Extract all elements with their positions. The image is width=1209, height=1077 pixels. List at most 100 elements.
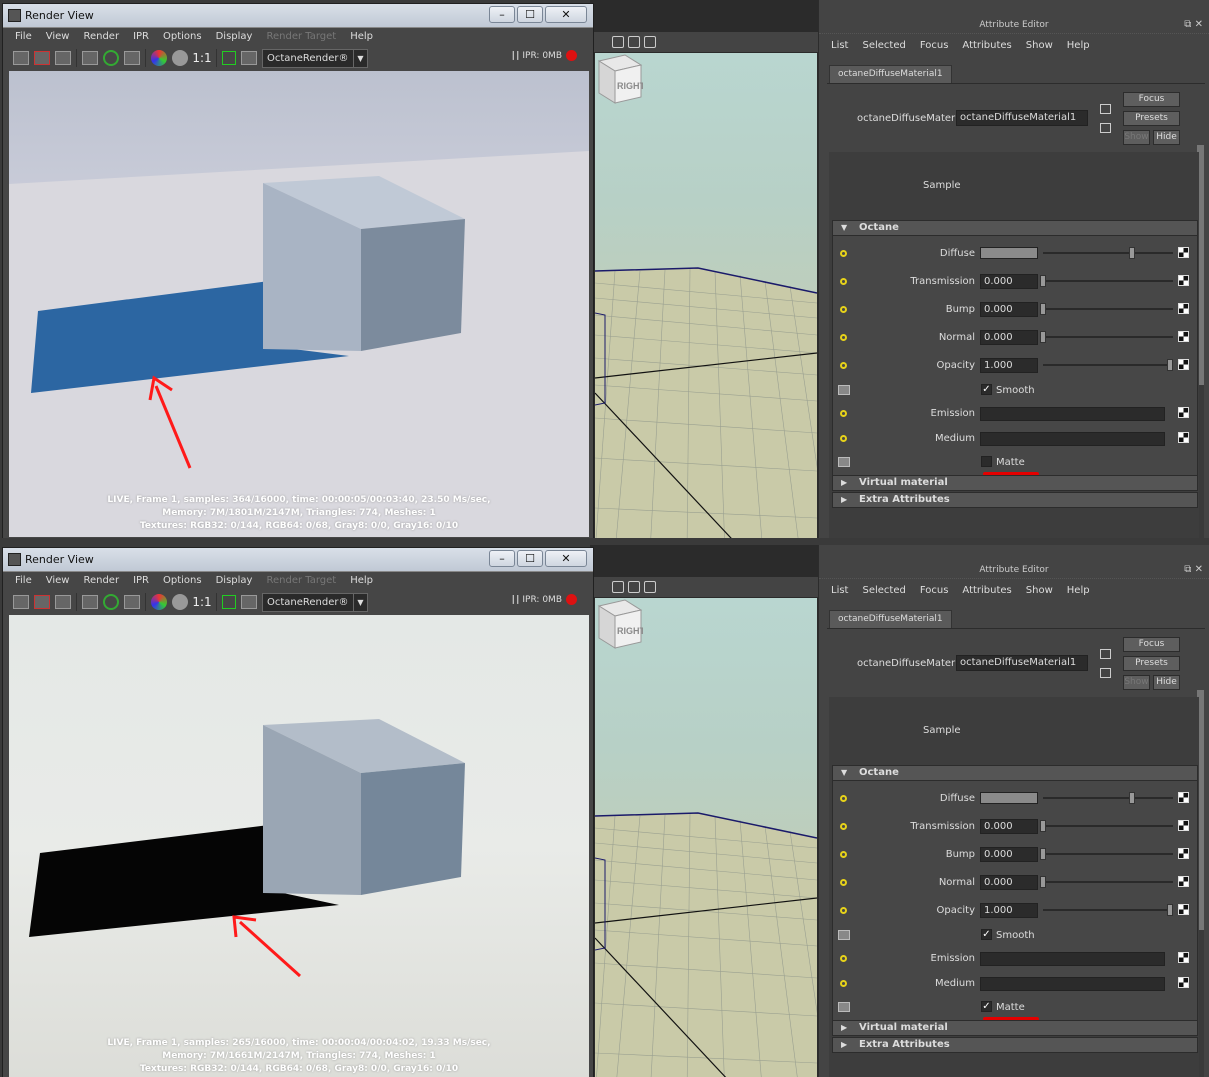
menu-view[interactable]: View [46,31,70,42]
map-button-icon[interactable] [1178,275,1189,286]
link-icon[interactable] [838,457,850,467]
connection-dot-icon[interactable] [840,851,847,858]
opacity-field[interactable]: 1.000 [980,903,1038,918]
frame-image-icon[interactable] [222,51,236,65]
ae-menu-focus[interactable]: Focus [920,585,949,596]
bump-slider[interactable] [1040,303,1173,315]
minimize-button[interactable]: – [489,6,515,23]
section-octane[interactable]: ▼ Octane [832,765,1198,781]
transmission-slider[interactable] [1040,820,1173,832]
diffuse-color-swatch[interactable] [980,792,1038,804]
ae-menu-help[interactable]: Help [1067,585,1090,596]
alpha-channel-icon[interactable] [172,50,188,66]
diffuse-slider[interactable] [1043,792,1173,804]
ae-menu-show[interactable]: Show [1026,585,1053,596]
maximize-button[interactable]: ☐ [517,6,543,23]
maya-viewport[interactable]: RIGHT [590,0,818,538]
menu-file[interactable]: File [15,575,32,586]
medium-field[interactable] [980,432,1165,446]
ae-menu-focus[interactable]: Focus [920,40,949,51]
menu-help[interactable]: Help [350,575,373,586]
ae-menu-list[interactable]: List [831,585,848,596]
opacity-field[interactable]: 1.000 [980,358,1038,373]
render-view-titlebar[interactable]: Render View – ☐ ✕ [3,548,593,572]
map-button-icon[interactable] [1178,792,1189,803]
opacity-slider[interactable] [1043,359,1173,371]
maximize-button[interactable]: ☐ [517,550,543,567]
cube-icon[interactable] [612,581,624,593]
section-extra-attributes[interactable]: ▶ Extra Attributes [832,492,1198,508]
ae-menu-selected[interactable]: Selected [862,585,905,596]
input-connection-icon[interactable] [1100,649,1111,659]
map-button-icon[interactable] [1178,848,1189,859]
attribute-editor-title-bar[interactable]: Attribute Editor ⧉ ✕ [819,16,1209,34]
slider-thumb[interactable] [1129,247,1135,259]
map-button-icon[interactable] [1178,359,1189,370]
render-region-icon[interactable] [82,595,98,609]
emission-field[interactable] [980,952,1165,966]
slider-thumb[interactable] [1040,820,1046,832]
slider-thumb[interactable] [1129,792,1135,804]
viewport-canvas[interactable]: RIGHT [595,53,817,538]
hide-button[interactable]: Hide [1153,130,1180,145]
menu-help[interactable]: Help [350,31,373,42]
share-icon[interactable] [644,36,656,48]
save-image-icon[interactable] [241,51,257,65]
rgb-channels-icon[interactable] [151,50,167,66]
ae-menu-attributes[interactable]: Attributes [962,585,1011,596]
slider-thumb[interactable] [1040,275,1046,287]
map-button-icon[interactable] [1178,303,1189,314]
presets-button[interactable]: Presets [1123,656,1180,671]
ae-menu-show[interactable]: Show [1026,40,1053,51]
section-extra-attributes[interactable]: ▶ Extra Attributes [832,1037,1198,1053]
viewport-canvas[interactable]: RIGHT [595,598,817,1077]
connection-dot-icon[interactable] [840,278,847,285]
menu-file[interactable]: File [15,31,32,42]
smooth-checkbox[interactable]: ✓ [981,384,992,395]
map-button-icon[interactable] [1178,331,1189,342]
ae-menu-help[interactable]: Help [1067,40,1090,51]
map-button-icon[interactable] [1178,876,1189,887]
ipr-render-icon[interactable] [34,51,50,65]
slider-thumb[interactable] [1167,359,1173,371]
smooth-checkbox[interactable]: ✓ [981,929,992,940]
diffuse-slider[interactable] [1043,247,1173,259]
normal-slider[interactable] [1040,331,1173,343]
node-name-field[interactable]: octaneDiffuseMaterial1 [956,110,1088,126]
connection-dot-icon[interactable] [840,334,847,341]
close-button[interactable]: ✕ [545,550,587,567]
menu-ipr[interactable]: IPR [133,31,149,42]
map-button-icon[interactable] [1178,904,1189,915]
close-button[interactable]: ✕ [545,6,587,23]
alpha-channel-icon[interactable] [172,594,188,610]
render-region-icon[interactable] [82,51,98,65]
viewcube[interactable]: RIGHT [595,598,643,650]
tab-node[interactable]: octaneDiffuseMaterial1 [829,65,952,83]
slider-thumb[interactable] [1040,303,1046,315]
hide-button[interactable]: Hide [1153,675,1180,690]
dock-close-icon[interactable]: ⧉ ✕ [1184,561,1203,579]
map-button-icon[interactable] [1178,247,1189,258]
map-button-icon[interactable] [1178,432,1189,443]
bump-field[interactable]: 0.000 [980,847,1038,862]
connection-dot-icon[interactable] [840,362,847,369]
focus-button[interactable]: Focus [1123,92,1180,107]
diffuse-color-swatch[interactable] [980,247,1038,259]
save-image-icon[interactable] [241,595,257,609]
map-button-icon[interactable] [1178,407,1189,418]
slider-thumb[interactable] [1040,331,1046,343]
refresh-icon[interactable] [103,594,119,610]
focus-button[interactable]: Focus [1123,637,1180,652]
slider-thumb[interactable] [1167,904,1173,916]
connection-dot-icon[interactable] [840,980,847,987]
map-button-icon[interactable] [1178,952,1189,963]
refresh-icon[interactable] [103,50,119,66]
menu-render[interactable]: Render [83,575,119,586]
section-virtual-material[interactable]: ▶ Virtual material [832,475,1198,491]
slider-thumb[interactable] [1040,876,1046,888]
renderer-select[interactable]: OctaneRender® ▼ [262,592,368,612]
menu-view[interactable]: View [46,575,70,586]
snapshot-camera-icon[interactable] [55,51,71,65]
connection-dot-icon[interactable] [840,907,847,914]
menu-display[interactable]: Display [216,575,253,586]
